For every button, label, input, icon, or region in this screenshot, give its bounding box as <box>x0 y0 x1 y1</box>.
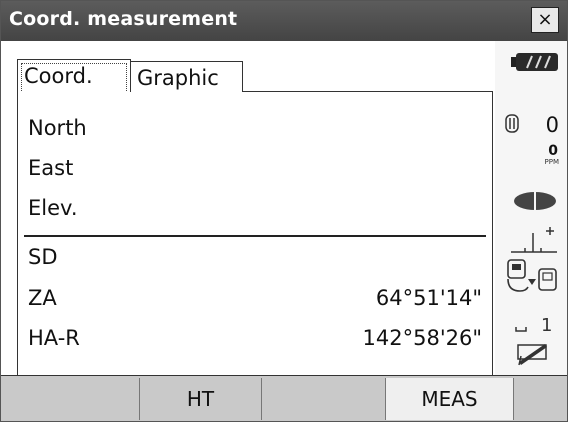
edit-icon[interactable] <box>517 344 547 366</box>
prism-constant-value: 0 <box>546 113 559 137</box>
window-title: Coord. measurement <box>9 8 238 30</box>
tilt-icon[interactable] <box>511 227 557 253</box>
softkey-meas[interactable]: MEAS <box>385 378 513 420</box>
function-key-bar: HT MEAS <box>1 375 567 421</box>
input-mode-icon[interactable] <box>515 327 527 332</box>
measurement-panel: North East Elev. SD ZA 64°51'14" HA-R 14… <box>17 92 493 375</box>
tab-coord-label: Coord. <box>24 64 93 88</box>
north-label: North <box>28 116 87 140</box>
battery-icon[interactable] <box>511 53 558 71</box>
elev-label: Elev. <box>28 196 78 220</box>
za-value: 64°51'14" <box>375 286 482 310</box>
softkey-5[interactable] <box>513 378 567 420</box>
softkey-ht[interactable]: HT <box>139 378 261 420</box>
target-icon[interactable] <box>514 191 556 211</box>
status-icons: 0 0 PPM 1 <box>505 53 559 366</box>
section-divider <box>24 235 486 237</box>
ha-r-label: HA-R <box>28 326 80 350</box>
tab-graphic-label: Graphic <box>137 66 219 90</box>
ppm-value: 0 <box>548 143 558 159</box>
softkey-3[interactable] <box>261 378 385 420</box>
status-sidebar: 0 0 PPM 1 <box>495 41 567 375</box>
instrument-icon[interactable] <box>507 259 557 292</box>
ppm-unit: PPM <box>545 158 559 166</box>
input-mode-value: 1 <box>541 315 552 336</box>
za-label: ZA <box>28 286 57 310</box>
sd-label: SD <box>28 245 58 269</box>
title-bar: Coord. measurement × <box>1 1 567 41</box>
close-button[interactable]: × <box>531 7 559 33</box>
coord-measurement-screen: Coord. measurement × Coord. Graphic Nort… <box>0 0 568 422</box>
tab-bar: Coord. Graphic <box>1 41 495 93</box>
east-label: East <box>28 156 74 180</box>
ha-r-value: 142°58'26" <box>362 326 482 350</box>
softkey-1[interactable] <box>1 378 139 420</box>
prism-icon[interactable] <box>505 114 519 133</box>
tab-coord[interactable]: Coord. <box>17 59 131 93</box>
tab-graphic[interactable]: Graphic <box>131 61 243 93</box>
